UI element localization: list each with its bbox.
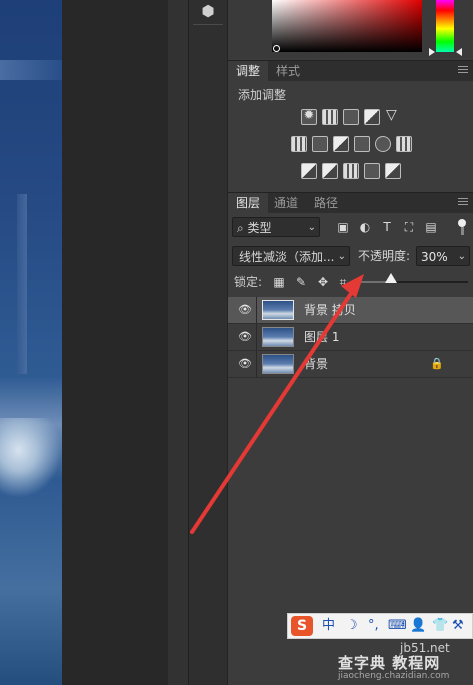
hue-slider-right-arrow-icon xyxy=(456,48,462,56)
lock-image-pixels-icon[interactable]: ✎ xyxy=(294,275,308,289)
levels-icon[interactable] xyxy=(322,109,338,125)
adjustment-icons-row-3 xyxy=(228,163,473,181)
chevron-down-icon: ⌄ xyxy=(307,222,316,233)
opacity-label: 不透明度: xyxy=(358,249,411,263)
chevron-down-icon: ⌄ xyxy=(337,251,346,262)
color-picker-panel xyxy=(228,0,473,58)
chevron-down-icon[interactable]: ⌄ xyxy=(458,247,466,267)
brightness-contrast-icon[interactable] xyxy=(301,108,317,125)
layer-name: 图层 1 xyxy=(304,330,340,344)
right-panel-dock: 调整 样式 添加调整 图层 通道 路径 ⌕ 类型 ⌄ ▣ xyxy=(227,0,473,685)
tab-layers[interactable]: 图层 xyxy=(228,193,269,213)
blend-mode-select[interactable]: 线性减淡（添加... ⌄ xyxy=(232,246,350,266)
opacity-value: 30% xyxy=(421,250,448,264)
tab-paths[interactable]: 路径 xyxy=(306,193,346,213)
ime-toolbar: S 中 ☽ °, ⌨ 👤 👕 ⚒ xyxy=(287,613,473,639)
black-white-icon[interactable] xyxy=(332,136,349,152)
ime-mode-button[interactable]: 中 xyxy=(322,617,335,635)
panel-gutter xyxy=(168,0,188,685)
keyboard-icon[interactable]: ⌨ xyxy=(388,617,407,635)
divider xyxy=(256,324,257,350)
type-filter-icon[interactable]: T xyxy=(380,220,394,234)
lock-artboard-icon[interactable]: ⌗ xyxy=(336,275,350,289)
document-canvas[interactable] xyxy=(0,0,62,685)
pixel-filter-icon[interactable]: ▣ xyxy=(336,220,350,234)
layer-thumbnail[interactable] xyxy=(262,354,294,374)
user-icon[interactable]: 👤 xyxy=(410,617,426,635)
blend-mode-value: 线性减淡（添加... xyxy=(239,250,335,264)
color-marker[interactable] xyxy=(273,45,280,52)
layer-name: 背景 拷贝 xyxy=(304,303,356,317)
visibility-eye-icon[interactable]: 👁 xyxy=(238,331,252,343)
opacity-field[interactable]: 30% ⌄ xyxy=(416,246,470,266)
punctuation-icon[interactable]: °, xyxy=(368,617,379,635)
layer-name: 背景 xyxy=(304,357,329,371)
curves-icon[interactable] xyxy=(343,109,359,125)
hue-slider-left-arrow-icon xyxy=(429,48,435,56)
lock-transparency-icon[interactable]: ▦ xyxy=(272,275,286,289)
adjustment-icons-row-2 xyxy=(228,136,473,154)
moon-icon[interactable]: ☽ xyxy=(346,617,358,635)
search-icon: ⌕ xyxy=(237,221,248,235)
panel-menu-icon[interactable] xyxy=(458,66,468,76)
filter-toggle[interactable] xyxy=(458,219,468,237)
layer-row[interactable]: 👁 背景 拷贝 xyxy=(228,297,473,324)
threshold-icon[interactable] xyxy=(343,163,359,179)
smart-object-filter-icon[interactable]: ▤ xyxy=(424,220,438,234)
lock-position-icon[interactable]: ✥ xyxy=(316,275,330,289)
selective-color-icon[interactable] xyxy=(364,163,380,179)
divider xyxy=(193,24,223,25)
exposure-icon[interactable] xyxy=(364,109,380,125)
skin-icon[interactable]: 👕 xyxy=(432,617,448,635)
posterize-icon[interactable] xyxy=(322,163,338,179)
lock-label: 锁定: xyxy=(234,275,263,289)
panel-menu-icon[interactable] xyxy=(458,198,468,208)
hue-slider[interactable] xyxy=(436,0,454,52)
layer-filter-row: ⌕ 类型 ⌄ ▣ ◐ T ⛶ ▤ xyxy=(232,217,468,239)
layers-list: 👁 背景 拷贝 👁 图层 1 👁 背景 🔒 xyxy=(228,297,473,378)
tab-adjustments[interactable]: 调整 xyxy=(228,61,269,81)
sogou-logo-icon[interactable]: S xyxy=(291,616,313,636)
channel-mixer-icon[interactable] xyxy=(374,136,391,152)
adjustment-filter-icon[interactable]: ◐ xyxy=(358,220,372,234)
opacity-slider[interactable] xyxy=(358,273,468,283)
invert-icon[interactable] xyxy=(301,163,317,179)
color-lookup-icon[interactable] xyxy=(395,136,412,152)
divider xyxy=(256,351,257,377)
hue-saturation-icon[interactable] xyxy=(290,136,307,152)
photo-filter-icon[interactable] xyxy=(353,136,370,152)
tab-styles[interactable]: 样式 xyxy=(268,61,308,81)
lock-row: 锁定: ▦ ✎ ✥ ⌗ xyxy=(232,273,472,293)
layer-thumbnail[interactable] xyxy=(262,300,294,320)
divider xyxy=(256,297,257,323)
tools-icon[interactable]: ⚒ xyxy=(452,617,464,635)
tab-channels[interactable]: 通道 xyxy=(266,193,306,213)
watermark-url: jiaocheng.chazidian.com xyxy=(338,671,450,681)
filter-kind-select[interactable]: ⌕ 类型 ⌄ xyxy=(232,217,320,237)
add-adjustment-label: 添加调整 xyxy=(238,88,287,102)
3d-cube-icon[interactable]: ⬢ xyxy=(199,2,217,20)
collapsed-panel-strip: ⬢ xyxy=(188,0,227,685)
watermark-brand: 查字典 教程网 xyxy=(338,654,441,672)
canvas-pasteboard xyxy=(62,0,168,685)
gradient-map-icon[interactable] xyxy=(385,163,401,179)
visibility-eye-icon[interactable]: 👁 xyxy=(238,358,252,370)
adjustment-icons-row-1 xyxy=(228,107,473,127)
visibility-eye-icon[interactable]: 👁 xyxy=(238,304,252,316)
layer-thumbnail[interactable] xyxy=(262,327,294,347)
vibrance-icon[interactable] xyxy=(385,107,401,125)
layers-tabbar: 图层 通道 路径 xyxy=(228,192,473,213)
color-saturation-field[interactable] xyxy=(272,0,422,52)
color-balance-icon[interactable] xyxy=(311,136,328,152)
blend-opacity-row: 线性减淡（添加... ⌄ 不透明度: 30% ⌄ xyxy=(232,246,470,268)
lock-icon[interactable]: 🔒 xyxy=(430,357,444,370)
shape-filter-icon[interactable]: ⛶ xyxy=(402,220,416,234)
filter-kind-value: 类型 xyxy=(247,221,272,235)
adjustments-tabbar: 调整 样式 xyxy=(228,60,473,81)
canvas-photo-detail xyxy=(17,194,27,374)
layer-row[interactable]: 👁 图层 1 xyxy=(228,324,473,351)
layer-row[interactable]: 👁 背景 🔒 xyxy=(228,351,473,378)
opacity-slider-thumb[interactable] xyxy=(385,273,397,283)
